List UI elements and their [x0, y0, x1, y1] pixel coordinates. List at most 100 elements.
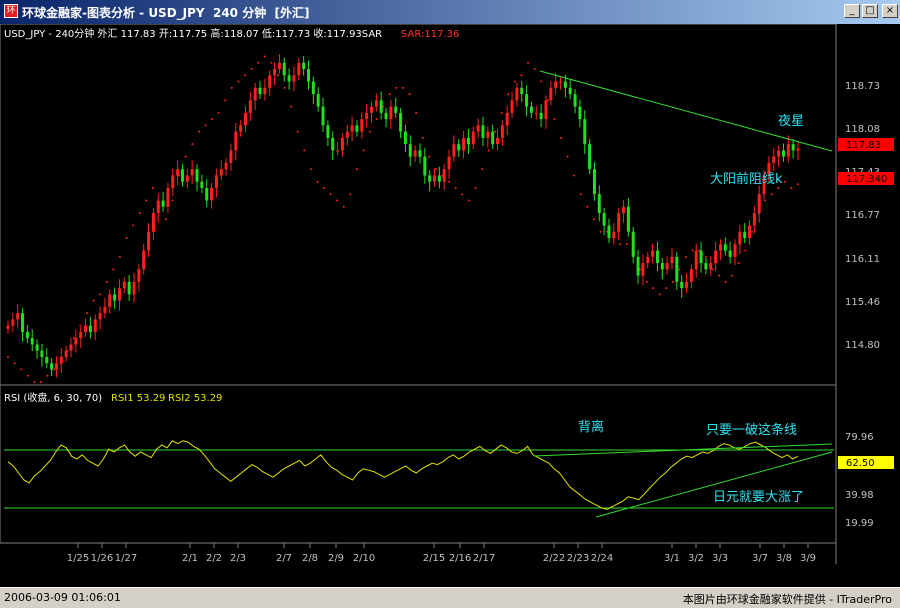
sar-dot — [770, 193, 773, 196]
candle-up — [234, 131, 238, 151]
candle-down — [25, 331, 29, 339]
candle-up — [156, 200, 160, 213]
x-axis-label: 2/2 — [206, 553, 222, 564]
sar-dot — [665, 287, 668, 290]
sar-dot — [579, 193, 582, 196]
rsi-panel[interactable] — [0, 384, 837, 544]
sar-dot — [138, 212, 141, 214]
x-axis-label: 1/27 — [115, 553, 137, 564]
candle-up — [641, 263, 645, 276]
sar-dot — [599, 230, 602, 233]
candle-up — [559, 81, 563, 83]
candle-up — [694, 250, 698, 270]
sar-dot — [461, 193, 464, 196]
sar-dot — [342, 205, 345, 208]
candle-down — [35, 344, 39, 351]
sar-dot — [395, 86, 398, 89]
candle-up — [651, 250, 655, 257]
sar-dot — [790, 186, 793, 189]
candle-up — [224, 162, 228, 170]
candle-up — [622, 206, 626, 213]
sar-dot — [263, 55, 266, 58]
rsi-current-tag: 62.50 — [846, 458, 875, 469]
candle-down — [437, 175, 441, 182]
candle-down — [306, 69, 310, 82]
sar-dot — [797, 183, 799, 186]
candle-up — [689, 269, 693, 282]
candle-down — [743, 231, 747, 239]
title-bar[interactable]: 环 环球金融家-图表分析 - USD_JPY 240 分钟 [外汇] _ □ × — [0, 0, 900, 24]
sar-dot — [540, 80, 543, 83]
candle-up — [176, 169, 180, 176]
evening-star-annotation: 夜星 — [778, 114, 804, 129]
candle-down — [161, 200, 165, 207]
sar-dot — [349, 193, 352, 196]
candle-down — [723, 244, 727, 251]
price-tick: 114.80 — [845, 340, 880, 351]
sar-dot — [323, 186, 325, 189]
candle-up — [93, 319, 97, 332]
sar-dot — [448, 180, 451, 183]
sar-dot — [777, 186, 780, 189]
x-axis-label: 2/23 — [567, 553, 589, 564]
candle-up — [365, 112, 369, 120]
candle-up — [442, 169, 446, 182]
candle-up — [360, 119, 364, 132]
candle-down — [355, 125, 359, 132]
candle-up — [243, 112, 247, 126]
candle-up — [108, 294, 112, 307]
x-axis-label: 2/17 — [473, 553, 495, 564]
sar-dot — [303, 149, 306, 152]
sar-dot — [487, 149, 490, 152]
x-axis-label: 3/7 — [752, 553, 768, 564]
x-axis-label: 3/8 — [776, 553, 792, 564]
candle-up — [486, 131, 490, 138]
x-axis-label: 3/3 — [712, 553, 728, 564]
candle-down — [588, 144, 592, 170]
chart-area[interactable]: USD_JPY - 240分钟 外汇 117.83 开:117.75 高:118… — [0, 23, 900, 587]
candle-down — [457, 144, 461, 151]
candle-up — [757, 194, 761, 213]
candle-up — [248, 100, 252, 113]
candle-down — [481, 125, 485, 138]
sar-dot — [184, 155, 187, 158]
candle-up — [64, 350, 68, 357]
sar-dot — [224, 99, 227, 102]
candle-up — [229, 150, 233, 163]
sar-dot — [125, 237, 128, 240]
price-tick: 118.08 — [845, 124, 880, 135]
close-button[interactable]: × — [882, 4, 898, 18]
sar-dot — [533, 68, 536, 71]
sar-dot — [513, 80, 516, 83]
sar-dot — [33, 381, 36, 383]
sar-dot — [592, 218, 595, 221]
candle-up — [219, 169, 223, 176]
app-icon[interactable]: 环 — [4, 4, 18, 18]
rsi-info-header: RSI (收盘, 6, 30, 70) — [4, 391, 102, 404]
sar-dot — [434, 168, 437, 171]
x-axis: 1/25 1/26 1/27 2/1 2/2 2/3 2/7 2/8 2/9 2/10 2/15 2/… — [67, 543, 816, 564]
sar-dot — [388, 93, 391, 96]
chart-canvas[interactable]: USD_JPY - 240分钟 外汇 117.83 开:117.75 高:118… — [0, 23, 900, 587]
candle-down — [394, 106, 398, 113]
price-tick: 116.77 — [845, 210, 880, 221]
sar-dot — [336, 199, 339, 202]
candle-up — [617, 213, 621, 232]
x-axis-label: 2/15 — [423, 553, 445, 564]
x-axis-label: 2/8 — [302, 553, 318, 564]
candle-down — [200, 181, 204, 188]
candle-down — [491, 131, 495, 145]
price-panel[interactable] — [0, 23, 837, 386]
candle-up — [714, 250, 718, 264]
sar-dot — [724, 280, 727, 283]
sar-dot — [92, 299, 95, 302]
maximize-button[interactable]: □ — [862, 4, 878, 18]
sar-dot — [250, 68, 253, 71]
minimize-button[interactable]: _ — [844, 4, 860, 18]
sar-dot — [737, 262, 740, 265]
sar-dot — [428, 155, 431, 158]
candle-up — [117, 288, 121, 301]
candle-up — [263, 87, 267, 95]
sar-dot — [671, 280, 674, 283]
sar-dot — [731, 274, 734, 277]
